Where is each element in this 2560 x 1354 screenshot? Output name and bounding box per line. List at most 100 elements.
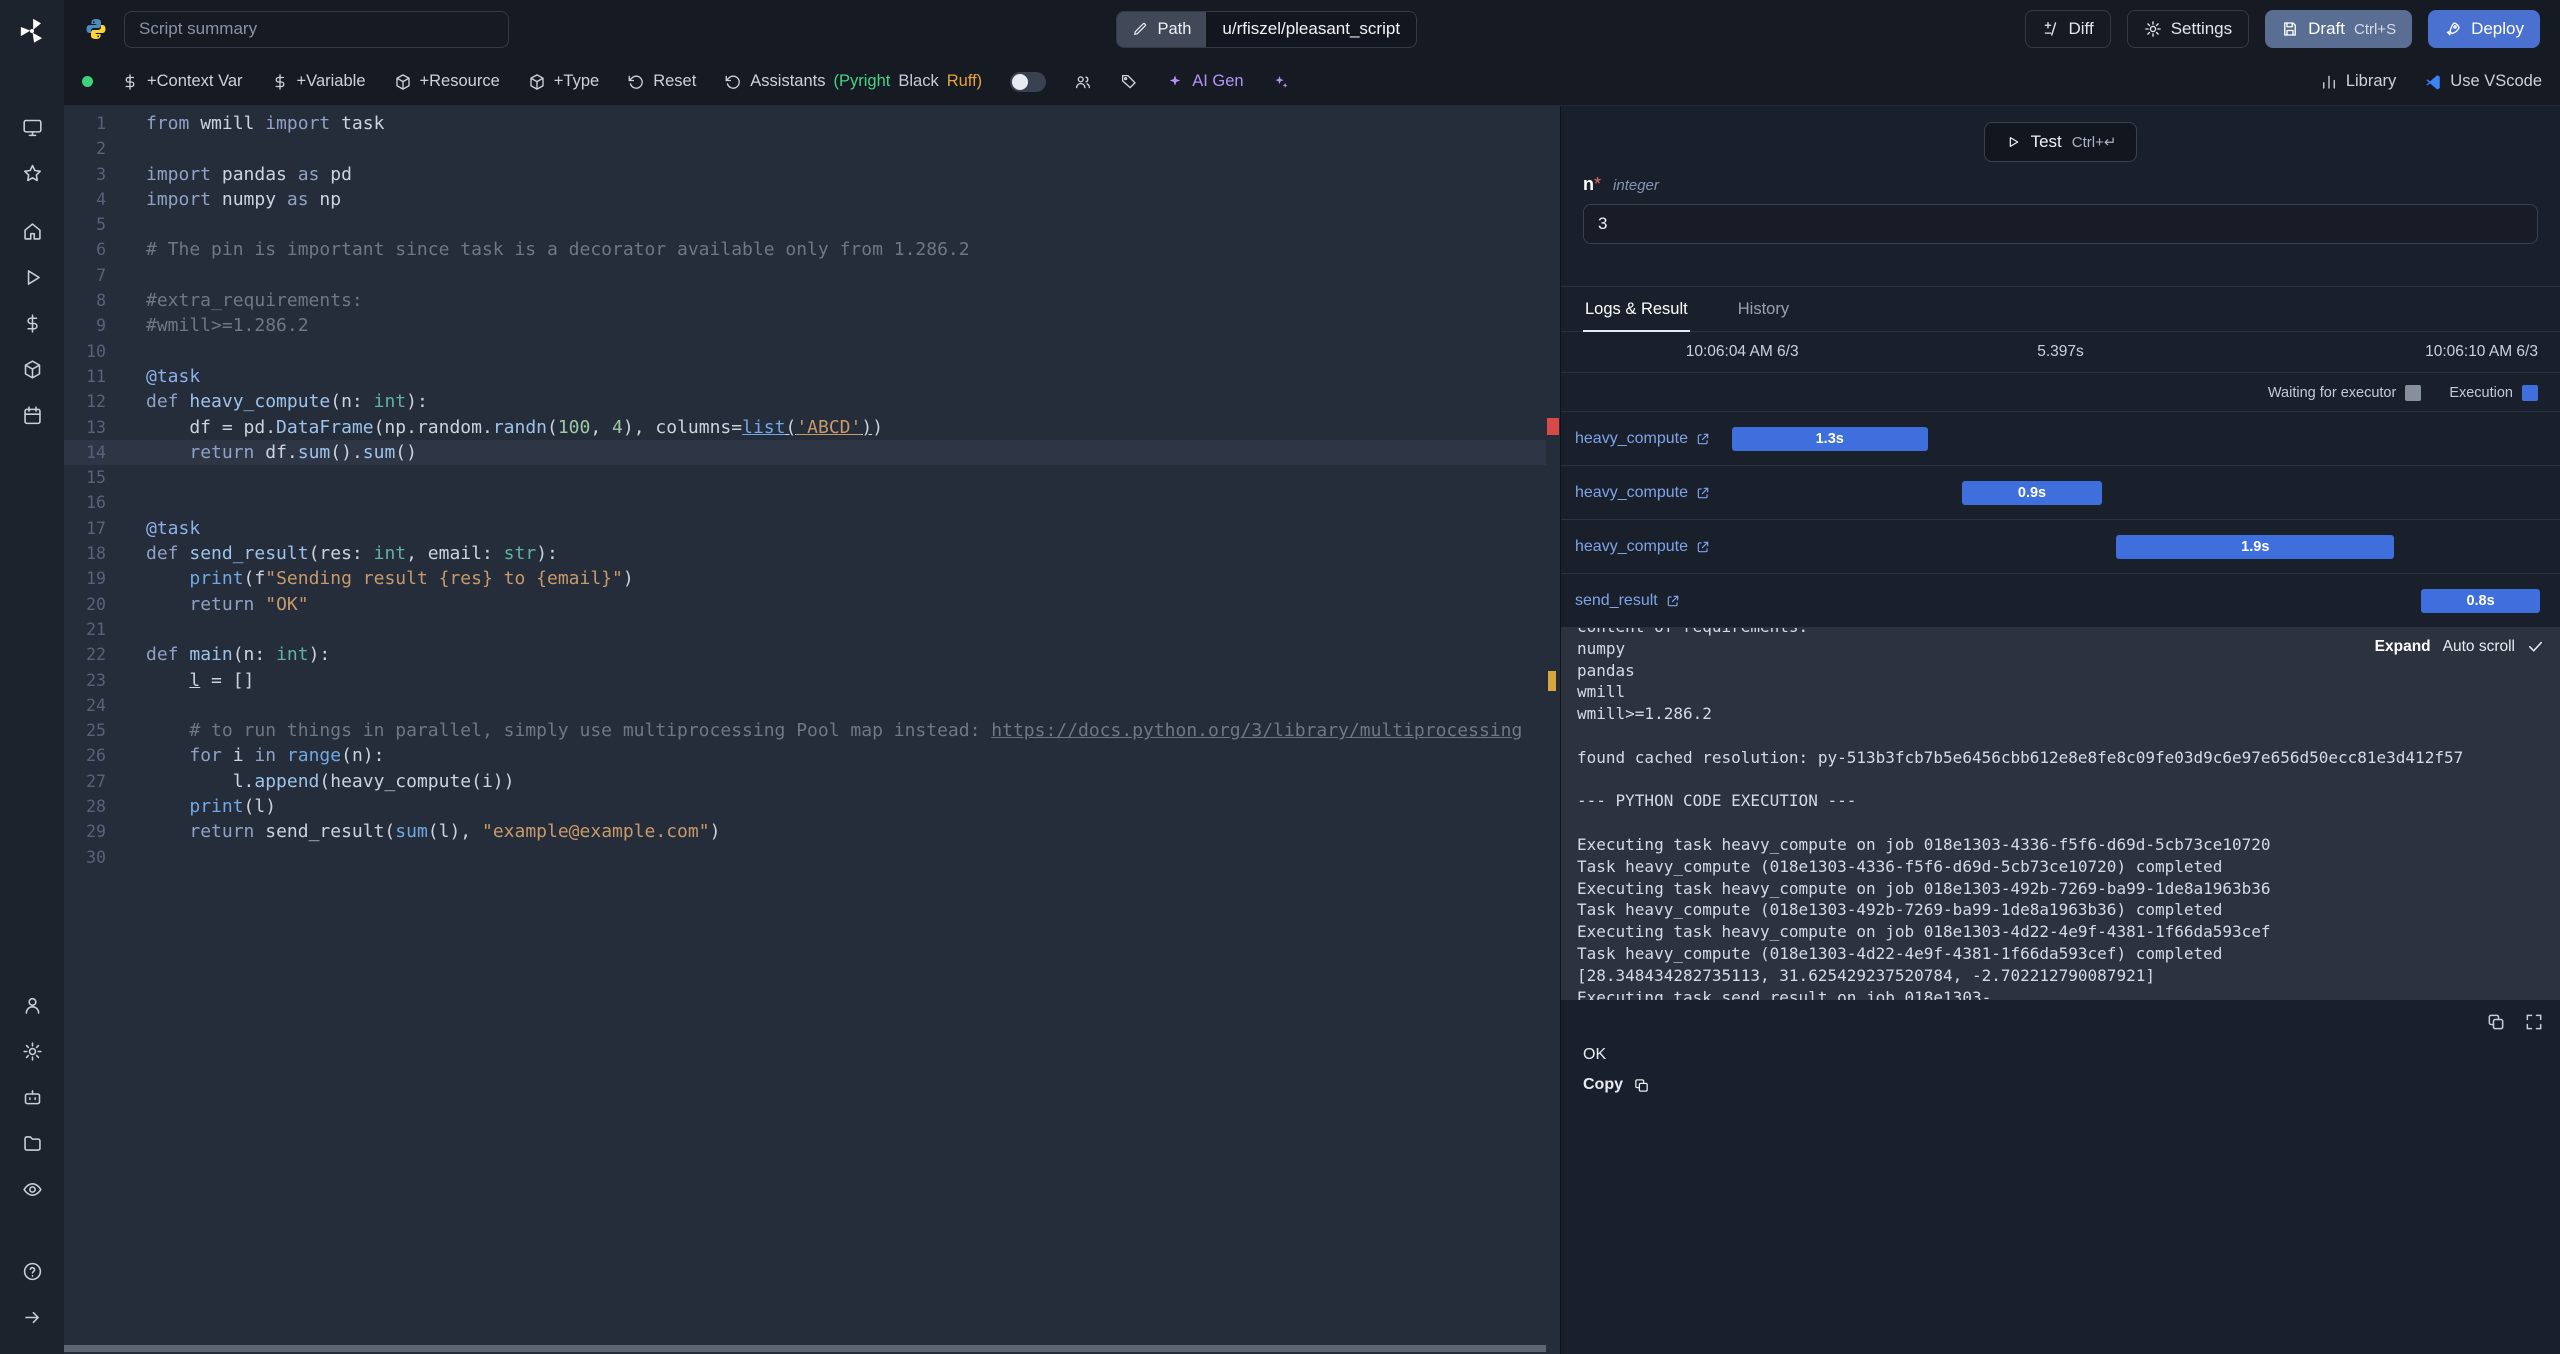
job-link[interactable]: send_result: [1575, 592, 1680, 610]
code-line[interactable]: 9 #wmill>=1.286.2: [64, 313, 1560, 338]
horizontal-scrollbar[interactable]: [64, 1345, 1546, 1352]
code-editor[interactable]: 1 from wmill import task 2 3 import pandas a…: [64, 106, 1560, 1354]
job-link[interactable]: heavy_compute: [1575, 538, 1710, 556]
schedules-calendar-icon[interactable]: [10, 392, 54, 438]
use-vscode-button[interactable]: Use VScode: [2424, 72, 2542, 91]
variables-dollar-icon[interactable]: [10, 300, 54, 346]
windmill-logo-icon[interactable]: [17, 16, 47, 46]
script-path[interactable]: u/rfiszel/pleasant_script: [1206, 19, 1416, 39]
settings-button[interactable]: Settings: [2126, 10, 2250, 48]
vscode-icon: [2426, 74, 2441, 89]
tab-history[interactable]: History: [1736, 287, 1791, 331]
python-language-icon: [84, 17, 108, 41]
code-line[interactable]: 5: [64, 212, 1560, 237]
job-link[interactable]: heavy_compute: [1575, 484, 1710, 502]
warning-marker[interactable]: [1548, 671, 1556, 691]
code-line[interactable]: 11 @task: [64, 364, 1560, 389]
home-icon[interactable]: [10, 208, 54, 254]
resources-cube-icon[interactable]: [10, 346, 54, 392]
sparkles-icon: [1274, 75, 1288, 88]
code-line[interactable]: 18 def send_result(res: int, email: str):: [64, 541, 1560, 566]
tab-logs-result[interactable]: Logs & Result: [1583, 287, 1690, 332]
code-line[interactable]: 27 l.append(heavy_compute(i)): [64, 769, 1560, 794]
code-line[interactable]: 25 # to run things in parallel, simply u…: [64, 718, 1560, 743]
assistants-button[interactable]: Assistants (Pyright Black Ruff): [724, 72, 982, 91]
code-line[interactable]: 8 #extra_requirements:: [64, 288, 1560, 313]
bar-chart-icon: [2322, 75, 2335, 89]
favorites-star-icon[interactable]: [10, 150, 54, 196]
settings-gear-icon[interactable]: [10, 1028, 54, 1074]
arg-n-input[interactable]: [1583, 204, 2538, 244]
run-times-row: 10:06:04 AM 6/3 5.397s 10:06:10 AM 6/3: [1561, 332, 2560, 373]
path-edit-button[interactable]: Path: [1117, 11, 1207, 47]
deploy-button[interactable]: Deploy: [2428, 10, 2540, 48]
code-line[interactable]: 22 def main(n: int):: [64, 642, 1560, 667]
code-line[interactable]: 17 @task: [64, 516, 1560, 541]
copy-result-button[interactable]: Copy: [1583, 1076, 2538, 1094]
test-shortcut: Ctrl+↵: [2071, 134, 2117, 151]
add-type-button[interactable]: +Type: [528, 72, 599, 91]
workers-bot-icon[interactable]: [10, 1074, 54, 1120]
overview-ruler[interactable]: [1546, 106, 1560, 1354]
save-icon: [2284, 22, 2297, 36]
diff-button[interactable]: Diff: [2024, 10, 2111, 48]
user-icon[interactable]: [10, 982, 54, 1028]
tag-button[interactable]: [1120, 73, 1138, 91]
collaborators-button[interactable]: [1074, 73, 1092, 91]
logs-panel[interactable]: content of requirements:numpypandaswmill…: [1561, 628, 2560, 1000]
code-line[interactable]: 21: [64, 617, 1560, 642]
code-line[interactable]: 20 return "OK": [64, 592, 1560, 617]
timeline-rows: heavy_compute 1.3s heavy_compute 0.9s heavy_…: [1561, 411, 2560, 628]
code-line[interactable]: 30: [64, 845, 1560, 870]
code-line[interactable]: 24: [64, 693, 1560, 718]
app-window-icon[interactable]: [10, 104, 54, 150]
script-summary-input[interactable]: [124, 10, 509, 48]
code-line[interactable]: 13 df = pd.DataFrame(np.random.randn(100…: [64, 415, 1560, 440]
code-line[interactable]: 10: [64, 339, 1560, 364]
code-line[interactable]: 16: [64, 490, 1560, 515]
draft-button[interactable]: Draft Ctrl+S: [2265, 10, 2413, 48]
add-variable-button[interactable]: +Variable: [271, 72, 366, 91]
collapse-arrow-icon[interactable]: [10, 1294, 54, 1340]
code-lines: 1 from wmill import task 2 3 import pandas a…: [64, 111, 1560, 870]
code-line[interactable]: 14 return df.sum().sum(): [64, 439, 1560, 466]
assistants-toggle[interactable]: [1010, 71, 1047, 92]
cube-icon: [530, 73, 544, 90]
code-line[interactable]: 2: [64, 136, 1560, 161]
error-marker[interactable]: [1547, 418, 1559, 435]
code-line[interactable]: 6 # The pin is important since task is a …: [64, 237, 1560, 262]
ai-gen-button[interactable]: AI Gen: [1166, 72, 1244, 91]
code-line[interactable]: 12 def heavy_compute(n: int):: [64, 389, 1560, 414]
add-context-var-button[interactable]: +Context Var: [121, 72, 243, 91]
reset-button[interactable]: Reset: [627, 72, 696, 91]
test-panel: Test Ctrl+↵ n * integer Logs & Result Hi: [1560, 106, 2560, 1354]
code-line[interactable]: 26 for i in range(n):: [64, 743, 1560, 768]
library-button[interactable]: Library: [2320, 72, 2396, 91]
fullscreen-icon[interactable]: [2524, 1012, 2544, 1032]
log-line: [28.348434282735113, 31.625429237520784,…: [1577, 965, 2155, 985]
add-resource-button[interactable]: +Resource: [394, 72, 500, 91]
code-line[interactable]: 3 import pandas as pd: [64, 162, 1560, 187]
code-line[interactable]: 1 from wmill import task: [64, 111, 1560, 136]
code-line[interactable]: 4 import numpy as np: [64, 187, 1560, 212]
run-start-time: 10:06:04 AM 6/3: [1685, 343, 1799, 360]
folders-icon[interactable]: [10, 1120, 54, 1166]
code-line[interactable]: 23 l = []: [64, 668, 1560, 693]
code-line[interactable]: 7: [64, 263, 1560, 288]
job-link[interactable]: heavy_compute: [1575, 430, 1710, 448]
help-icon[interactable]: [10, 1248, 54, 1294]
log-line: found cached resolution: py-513b3fcb7b5e…: [1577, 747, 2464, 767]
runs-play-icon[interactable]: [10, 254, 54, 300]
autoscroll-toggle[interactable]: Auto scroll: [2443, 636, 2515, 658]
code-line[interactable]: 29 return send_result(sum(l), "example@e…: [64, 819, 1560, 844]
code-line[interactable]: 15: [64, 465, 1560, 490]
copy-result-icon[interactable]: [2486, 1012, 2506, 1032]
ai-sparkles-icon[interactable]: [1272, 73, 1290, 91]
logs-overlay: Expand Auto scroll: [2375, 636, 2544, 658]
expand-logs-button[interactable]: Expand: [2375, 636, 2431, 658]
test-button[interactable]: Test Ctrl+↵: [1983, 122, 2138, 162]
timeline-row: heavy_compute 1.9s: [1561, 519, 2560, 573]
audit-eye-icon[interactable]: [10, 1166, 54, 1212]
code-line[interactable]: 19 print(f"Sending result {res} to {emai…: [64, 566, 1560, 591]
code-line[interactable]: 28 print(l): [64, 794, 1560, 819]
